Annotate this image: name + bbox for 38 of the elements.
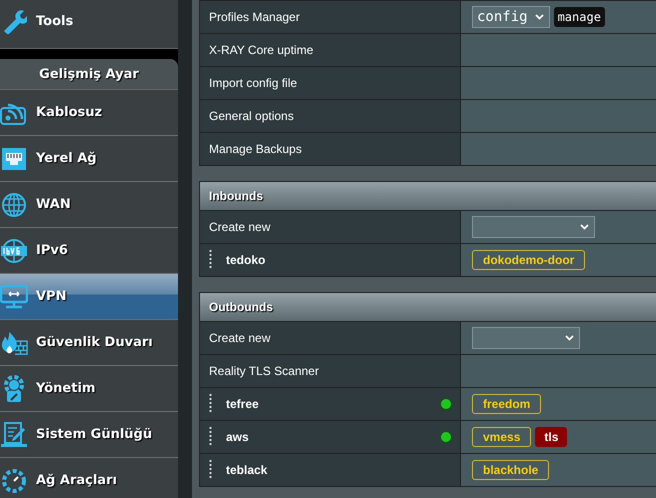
protocol-tag: freedom — [472, 394, 542, 414]
sidebar-item[interactable]: VPN — [0, 274, 178, 320]
ipv6-globe-icon — [0, 238, 28, 264]
globe-icon — [1, 192, 27, 218]
ethernet-port-icon — [1, 146, 27, 170]
chevron-down-icon — [565, 335, 574, 341]
setting-label: Manage Backups — [209, 142, 302, 156]
connection-name: aws — [226, 430, 250, 444]
connection-name: tedoko — [226, 253, 266, 267]
protocol-tag: blackhole — [472, 460, 550, 480]
create-new-label: Create new — [209, 220, 270, 234]
security-tag: tls — [535, 427, 568, 447]
profile-dropdown[interactable]: config — [472, 6, 550, 28]
gear-wrench-icon — [1, 374, 27, 402]
chevron-down-icon — [580, 224, 589, 230]
scanner-label[interactable]: Reality TLS Scanner — [209, 364, 319, 378]
gauge-icon — [1, 468, 27, 494]
create-new-label: Create new — [209, 331, 270, 345]
drag-handle-icon[interactable] — [209, 394, 212, 414]
section-title: Gelişmiş Ayar — [0, 59, 178, 90]
manage-button[interactable]: manage — [554, 7, 605, 27]
setting-label: Import config file — [209, 76, 298, 90]
section-header: Inbounds — [200, 181, 656, 210]
protocol-tag: vmess — [472, 427, 532, 447]
setting-label: X-RAY Core uptime — [209, 43, 314, 57]
chevron-down-icon — [534, 14, 544, 20]
drag-handle-icon[interactable] — [209, 427, 212, 447]
drag-handle-icon[interactable] — [209, 250, 212, 270]
connection-name: tefree — [226, 397, 260, 411]
drag-handle-icon[interactable] — [209, 460, 212, 480]
protocol-tag: dokodemo-door — [472, 250, 586, 270]
monitor-icon — [0, 284, 28, 310]
setting-label: Profiles Manager — [209, 10, 300, 24]
log-document-icon — [0, 420, 28, 448]
sidebar-item[interactable]: Tools — [0, 0, 178, 49]
setting-label: General options — [209, 109, 294, 123]
section-header: Outbounds — [200, 292, 656, 321]
connection-name: teblack — [226, 463, 268, 477]
